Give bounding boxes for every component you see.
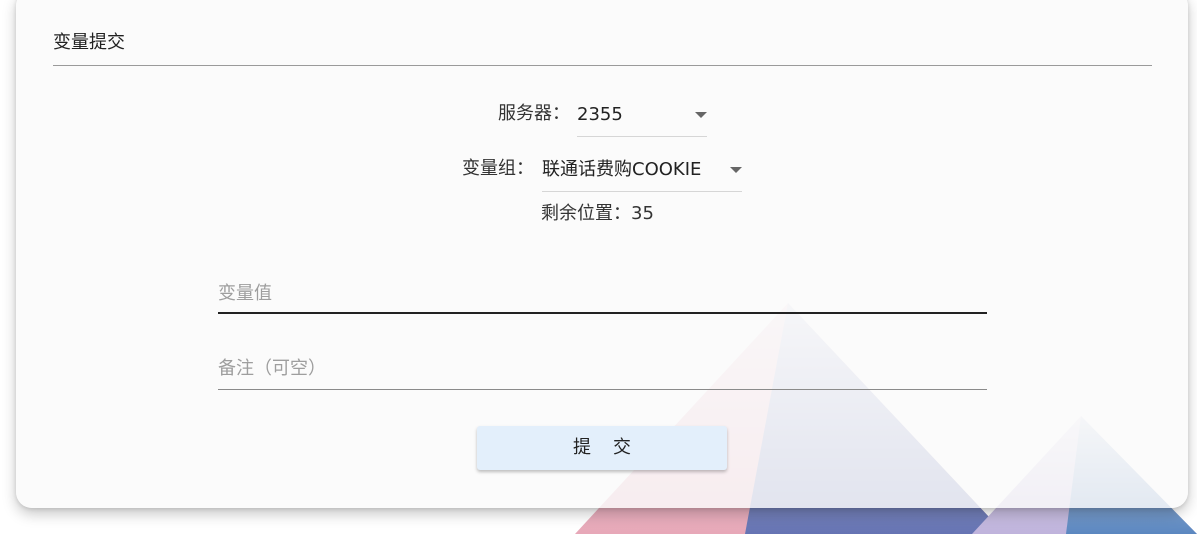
server-select[interactable]: 2355 bbox=[577, 103, 707, 137]
submit-button[interactable]: 提交 bbox=[477, 426, 727, 470]
variable-value-field bbox=[218, 278, 987, 314]
caret-down-icon bbox=[730, 167, 742, 173]
title-divider bbox=[53, 65, 1152, 66]
server-select-value: 2355 bbox=[577, 104, 623, 125]
caret-down-icon bbox=[695, 112, 707, 118]
card-title: 变量提交 bbox=[53, 32, 125, 53]
server-label: 服务器： bbox=[498, 103, 570, 124]
variable-group-label: 变量组： bbox=[462, 158, 534, 179]
variable-submit-card: 变量提交 服务器： 2355 变量组： 联通话费购COOKIE 剩余位置：35 … bbox=[16, 0, 1188, 508]
note-field bbox=[218, 353, 987, 390]
remaining-slots-text: 剩余位置：35 bbox=[541, 203, 654, 224]
note-underline bbox=[218, 389, 987, 390]
variable-value-input[interactable] bbox=[218, 278, 987, 308]
variable-value-underline bbox=[218, 312, 987, 314]
variable-group-select-value: 联通话费购COOKIE bbox=[542, 159, 702, 180]
note-input[interactable] bbox=[218, 353, 987, 383]
variable-group-select[interactable]: 联通话费购COOKIE bbox=[542, 158, 742, 192]
